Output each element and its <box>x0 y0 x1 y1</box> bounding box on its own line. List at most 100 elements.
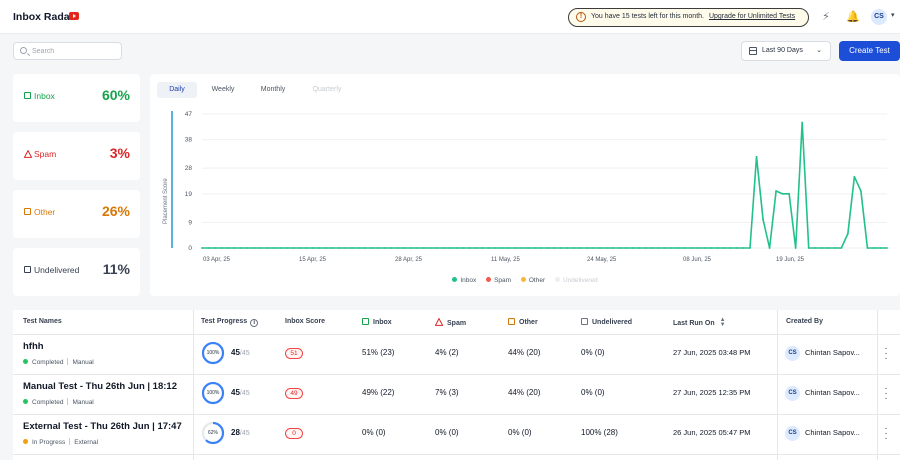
data-point <box>305 247 308 249</box>
data-point <box>566 247 569 249</box>
data-point <box>501 247 503 249</box>
data-point <box>840 247 843 249</box>
test-name[interactable]: Manual Test - Thu 26th Jun | 18:12 <box>23 381 177 392</box>
data-point <box>488 247 490 249</box>
stat-value: 26% <box>101 203 130 219</box>
data-point <box>886 247 888 249</box>
spam-cell: 7% (3) <box>435 388 459 397</box>
created-by-cell: Chintan Sapov... <box>805 388 860 397</box>
data-point <box>475 247 477 249</box>
test-meta: In Progress External <box>23 438 98 446</box>
tests-left-notice: ! You have 15 tests left for this month.… <box>568 8 809 27</box>
data-point <box>207 247 210 249</box>
last-run-cell: 27 Jun, 2025 03:48 PM <box>673 348 751 357</box>
y-tick-label: 47 <box>185 111 193 118</box>
user-avatar[interactable]: CS <box>871 9 887 25</box>
sort-icon[interactable]: ▲ ▼ <box>720 317 726 328</box>
more-options-icon[interactable]: · · · <box>883 424 889 444</box>
data-point <box>429 247 432 249</box>
progress-percent: 62% <box>207 430 218 436</box>
upgrade-link[interactable]: Upgrade for Unlimited Tests <box>709 13 795 20</box>
data-point <box>696 247 699 249</box>
progress-count: 45/45 <box>231 388 250 397</box>
data-point <box>768 247 771 249</box>
data-point <box>879 247 882 249</box>
created-by-cell: Chintan Sapov... <box>805 428 860 437</box>
col-header-last-run[interactable]: Last Run On ▲ ▼ <box>673 317 726 328</box>
col-header-test-progress: Test Progress i <box>201 318 259 327</box>
data-point <box>201 247 203 249</box>
chevron-down-icon: ⌄ <box>816 47 822 54</box>
table-row[interactable]: External Test - Thu 26th Jun | 17:47 In … <box>13 415 900 455</box>
data-point <box>683 247 686 249</box>
data-point <box>409 247 412 249</box>
test-name[interactable]: hfhh <box>23 341 44 352</box>
data-point <box>331 247 334 249</box>
data-point <box>462 247 464 249</box>
data-point <box>540 247 543 249</box>
data-point <box>618 247 621 249</box>
data-point <box>214 247 216 249</box>
youtube-icon[interactable] <box>69 12 79 20</box>
bell-icon[interactable]: 🔔 <box>846 10 860 24</box>
table-row[interactable]: hfhh Completed Manual 100% 45/45 51 51% (… <box>13 335 900 375</box>
data-point <box>775 190 777 192</box>
data-point <box>729 247 732 249</box>
data-point <box>292 247 295 249</box>
data-point <box>533 247 536 249</box>
avatar: CS <box>785 346 800 361</box>
search-input[interactable] <box>32 45 120 57</box>
x-tick-label: 03 Apr, 25 <box>203 257 231 263</box>
data-point <box>325 247 327 249</box>
test-name[interactable]: External Test - Thu 26th Jun | 17:47 <box>23 421 182 432</box>
chevron-down-icon[interactable]: ▾ <box>891 11 895 19</box>
data-point <box>220 247 223 249</box>
data-point <box>794 247 797 249</box>
mail-icon <box>24 208 31 215</box>
data-point <box>664 247 667 249</box>
data-point <box>246 247 249 249</box>
other-cell: 0% (0) <box>508 428 532 437</box>
more-options-icon[interactable]: · · · <box>883 384 889 404</box>
mail-icon <box>508 318 515 325</box>
inbox-score-badge: 49 <box>285 388 303 399</box>
spam-cell: 4% (2) <box>435 348 459 357</box>
data-point <box>814 247 817 249</box>
more-options-icon[interactable]: · · · <box>883 344 889 364</box>
progress-count: 28/45 <box>231 428 250 437</box>
legend-item-spam[interactable]: Spam <box>486 277 511 284</box>
data-point <box>383 247 386 249</box>
legend-item-undelivered[interactable]: Undelivered <box>554 277 598 284</box>
data-point <box>605 247 608 249</box>
data-point <box>364 247 366 249</box>
legend-item-inbox[interactable]: Inbox <box>452 277 476 284</box>
stat-value: 11% <box>102 261 130 277</box>
created-by-cell: Chintan Sapov... <box>805 348 860 357</box>
stat-card-other: Other 26% <box>13 190 140 238</box>
other-cell: 44% (20) <box>508 348 541 357</box>
data-point <box>677 247 680 249</box>
stat-card-spam: Spam 3% <box>13 132 140 180</box>
status-dot <box>23 359 28 364</box>
status-dot <box>23 439 28 444</box>
inbox-icon <box>362 318 369 325</box>
legend-item-other[interactable]: Other <box>520 277 545 284</box>
data-point <box>723 247 725 249</box>
table-row[interactable]: Manual Test - Thu 26th Jun | 18:12 Compl… <box>13 375 900 415</box>
data-point <box>801 121 804 124</box>
data-point <box>390 247 393 249</box>
info-icon[interactable]: i <box>250 319 259 327</box>
date-range-select[interactable]: Last 90 Days ⌄ <box>741 41 831 61</box>
stat-label: Other <box>24 207 55 217</box>
mail-x-icon <box>581 318 588 325</box>
data-point <box>240 247 243 249</box>
bolt-icon[interactable]: ⚡ <box>820 10 832 24</box>
x-tick-label: 11 May, 25 <box>491 257 520 263</box>
data-point <box>546 247 549 249</box>
data-point <box>827 247 830 249</box>
data-point <box>572 247 575 249</box>
x-tick-label: 08 Jun, 25 <box>683 257 712 263</box>
create-test-button[interactable]: Create Test <box>839 41 900 61</box>
legend-dot <box>486 277 492 282</box>
data-point <box>520 247 523 249</box>
